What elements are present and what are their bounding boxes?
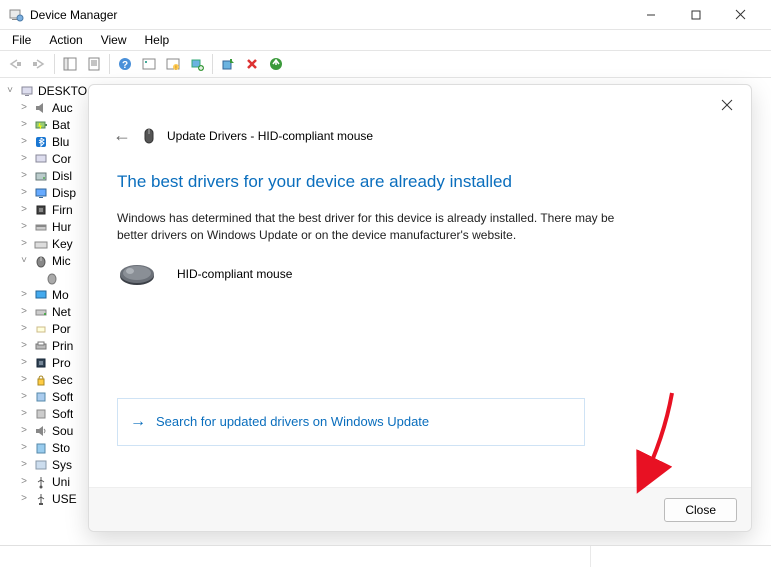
window-title: Device Manager — [30, 8, 628, 22]
chevron-icon[interactable]: > — [18, 493, 30, 504]
soft2-icon — [33, 406, 49, 422]
mouse-dev-icon — [44, 270, 60, 286]
add-legacy-icon[interactable]: ! — [162, 53, 184, 75]
mouse-icon — [141, 128, 157, 144]
chevron-icon[interactable]: > — [18, 408, 30, 419]
sound-icon — [33, 423, 49, 439]
display-icon — [33, 185, 49, 201]
soft1-icon — [33, 389, 49, 405]
scan-icon[interactable] — [138, 53, 160, 75]
dialog-title: Update Drivers - HID-compliant mouse — [167, 129, 373, 143]
dialog-header: ← Update Drivers - HID-compliant mouse — [89, 85, 751, 146]
storage-icon — [33, 440, 49, 456]
update-drivers-dialog: ← Update Drivers - HID-compliant mouse T… — [88, 84, 752, 532]
toolbar: ? ! — [0, 50, 771, 78]
dialog-heading: The best drivers for your device are alr… — [117, 172, 723, 192]
audio-icon — [33, 100, 49, 116]
disable-icon[interactable] — [241, 53, 263, 75]
disk-icon — [33, 168, 49, 184]
status-bar — [0, 545, 771, 567]
mouse-icon — [33, 253, 49, 269]
chevron-icon[interactable]: > — [18, 391, 30, 402]
chevron-icon[interactable]: > — [18, 374, 30, 385]
firmware-icon — [33, 202, 49, 218]
network-icon — [33, 304, 49, 320]
battery-icon — [33, 117, 49, 133]
menu-help[interactable]: Help — [137, 32, 178, 48]
chevron-icon[interactable]: > — [18, 459, 30, 470]
update-driver-icon[interactable] — [186, 53, 208, 75]
back-icon — [4, 53, 26, 75]
menu-view[interactable]: View — [93, 32, 135, 48]
chevron-icon[interactable]: > — [18, 289, 30, 300]
chevron-icon[interactable]: > — [18, 153, 30, 164]
chevron-icon[interactable]: > — [18, 170, 30, 181]
dialog-description: Windows has determined that the best dri… — [117, 210, 637, 244]
show-hidden-icon[interactable] — [59, 53, 81, 75]
chevron-icon[interactable]: > — [18, 221, 30, 232]
chevron-icon[interactable]: > — [18, 136, 30, 147]
svg-text:?: ? — [122, 60, 128, 71]
port-icon — [33, 321, 49, 337]
chevron-icon[interactable]: > — [18, 340, 30, 351]
bluetooth-icon — [33, 134, 49, 150]
monitor-icon — [33, 287, 49, 303]
dialog-device-row: HID-compliant mouse — [117, 262, 723, 286]
chevron-icon[interactable]: > — [18, 306, 30, 317]
dialog-close-x[interactable] — [713, 91, 741, 119]
properties-icon[interactable] — [83, 53, 105, 75]
device-manager-icon — [8, 7, 24, 23]
chevron-icon[interactable]: > — [18, 119, 30, 130]
chevron-icon[interactable]: > — [18, 238, 30, 249]
window-controls — [628, 0, 763, 30]
help-icon[interactable]: ? — [114, 53, 136, 75]
usb-ctrl-icon — [33, 491, 49, 507]
close-button[interactable]: Close — [664, 498, 737, 522]
back-arrow-icon[interactable]: ← — [113, 125, 131, 146]
device-name: HID-compliant mouse — [177, 267, 292, 281]
chevron-icon[interactable]: > — [18, 187, 30, 198]
chevron-icon[interactable]: > — [18, 442, 30, 453]
menu-file[interactable]: File — [4, 32, 39, 48]
arrow-right-icon: → — [130, 413, 146, 431]
dialog-footer: Close — [89, 487, 751, 531]
windows-update-link[interactable]: → Search for updated drivers on Windows … — [117, 398, 585, 446]
printer-icon — [33, 338, 49, 354]
hid-icon — [33, 219, 49, 235]
chevron-icon[interactable]: ˅ — [18, 255, 30, 266]
menubar: File Action View Help — [0, 30, 771, 50]
chevron-down-icon[interactable]: ˅ — [4, 85, 16, 96]
enable-icon[interactable] — [265, 53, 287, 75]
chevron-icon[interactable]: > — [18, 476, 30, 487]
forward-icon — [28, 53, 50, 75]
chevron-icon[interactable]: > — [18, 102, 30, 113]
system-icon — [33, 457, 49, 473]
chevron-icon[interactable]: > — [18, 323, 30, 334]
keyboard-icon — [33, 236, 49, 252]
usb-icon — [33, 474, 49, 490]
security-icon — [33, 372, 49, 388]
processor-icon — [33, 355, 49, 371]
mouse-large-icon — [117, 262, 157, 286]
titlebar: Device Manager — [0, 0, 771, 30]
maximize-button[interactable] — [673, 0, 718, 30]
chevron-icon[interactable]: > — [18, 204, 30, 215]
computer-icon — [33, 151, 49, 167]
chevron-icon[interactable]: > — [18, 425, 30, 436]
computer-icon — [19, 83, 35, 99]
minimize-button[interactable] — [628, 0, 673, 30]
chevron-icon[interactable]: > — [18, 357, 30, 368]
menu-action[interactable]: Action — [41, 32, 90, 48]
uninstall-icon[interactable] — [217, 53, 239, 75]
close-window-button[interactable] — [718, 0, 763, 30]
